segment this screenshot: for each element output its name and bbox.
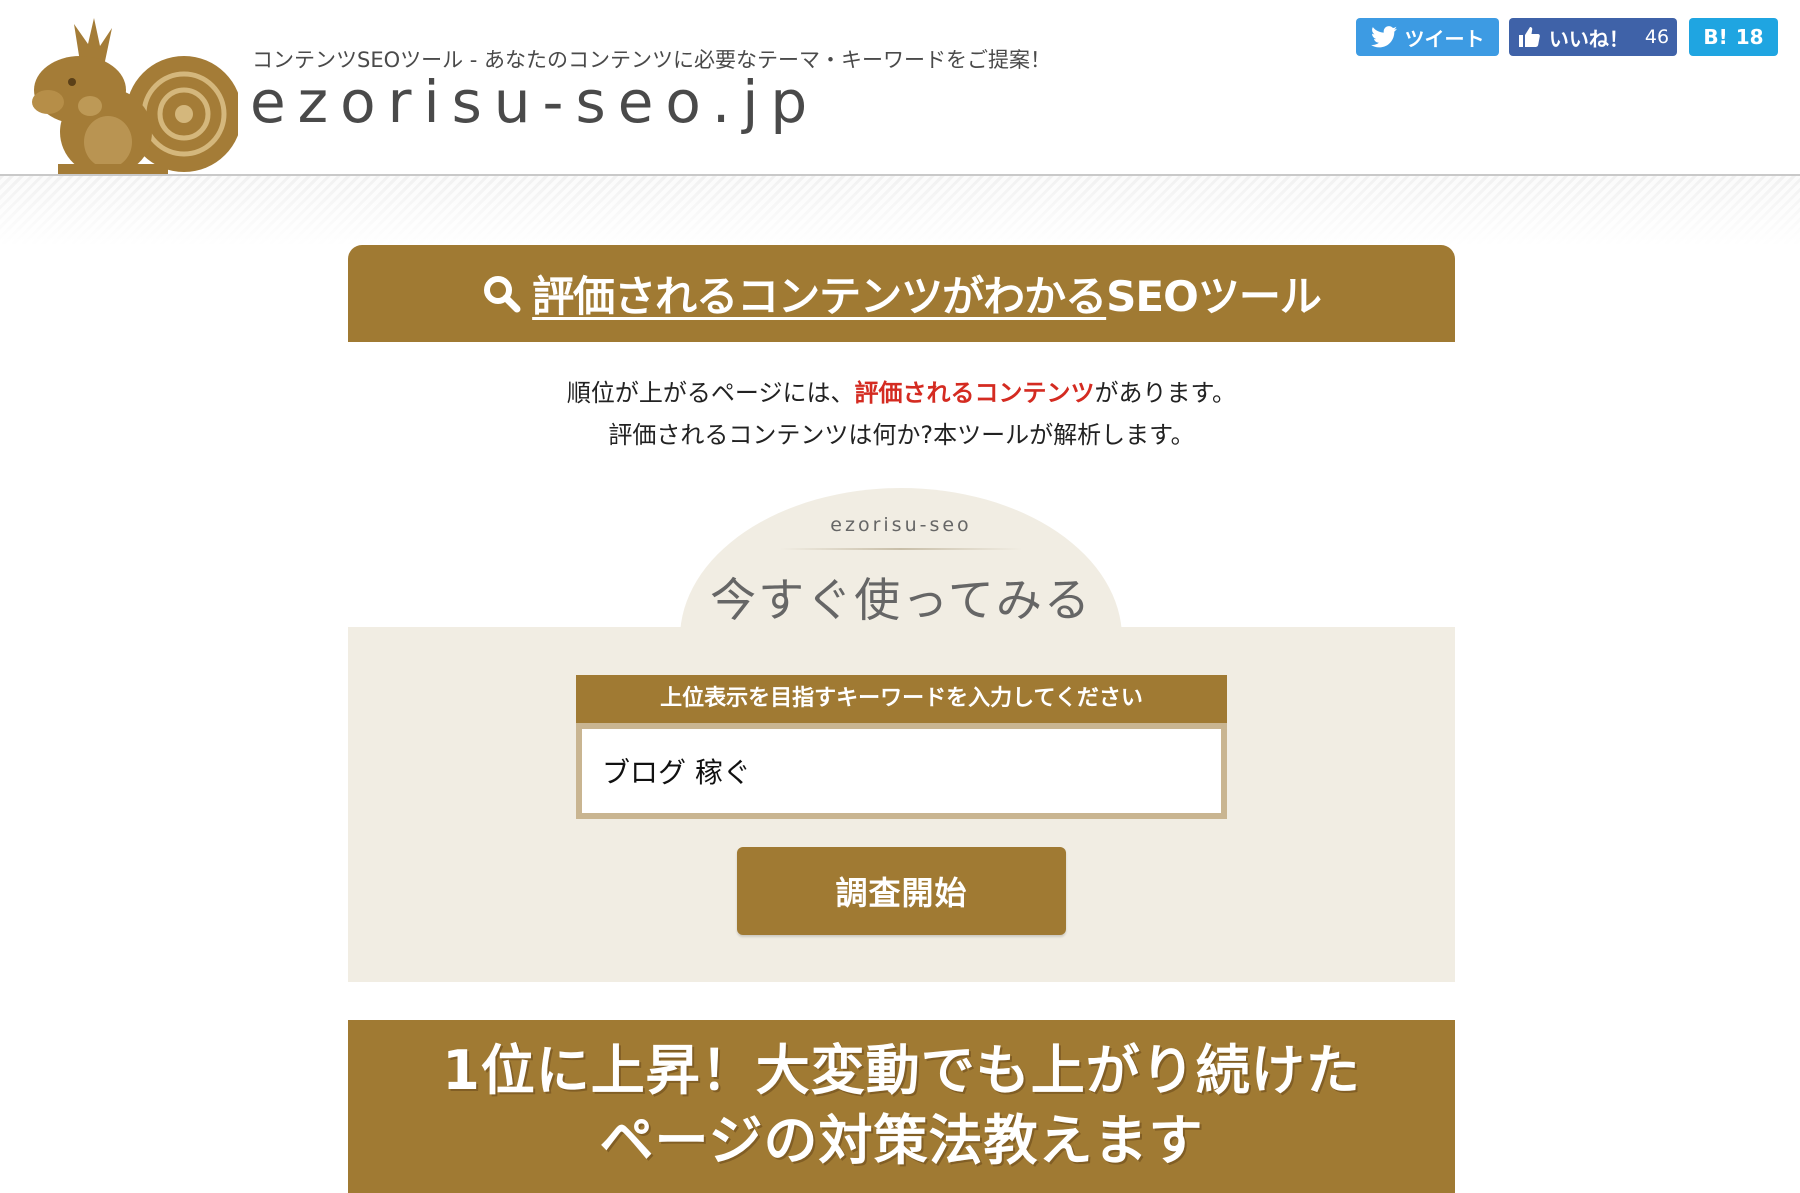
dome-divider (780, 548, 1022, 550)
intro-text: 順位が上がるページには、評価されるコンテンツがあります。 評価されるコンテンツは… (348, 372, 1455, 456)
promo-line-2: ページの対策法教えます (599, 1109, 1204, 1172)
intro-highlight: 評価されるコンテンツ (854, 379, 1095, 407)
tweet-button[interactable]: ツイート (1356, 18, 1499, 56)
intro-line-1: 順位が上がるページには、評価されるコンテンツがあります。 (348, 372, 1455, 414)
hatena-icon: B! (1703, 25, 1728, 49)
promo-line-1: 1位に上昇！大変動でも上がり続けた (442, 1039, 1361, 1102)
hatena-count: 18 (1735, 25, 1764, 49)
tweet-label: ツイート (1404, 26, 1485, 51)
intro-line-2: 評価されるコンテンツは何か?本ツールが解析します。 (608, 421, 1195, 449)
hero-title-bar: 評価されるコンテンツがわかるSEOツール (348, 245, 1455, 342)
squirrel-logo-icon[interactable] (18, 14, 238, 176)
hero-title: 評価されるコンテンツがわかるSEOツール (532, 263, 1322, 324)
intro-line-1-start: 順位が上がるページには、 (566, 379, 855, 407)
promo-banner-text: 1位に上昇！大変動でも上がり続けた ページの対策法教えます (348, 1036, 1455, 1176)
facebook-like-button[interactable]: いいね！ 46 (1509, 18, 1677, 56)
intro-line-1-end: があります。 (1094, 379, 1237, 407)
hatena-bookmark-button[interactable]: B! 18 (1689, 18, 1778, 56)
header-stripe-band (0, 176, 1800, 246)
twitter-bird-icon (1370, 26, 1397, 48)
hero-title-link[interactable]: 評価されるコンテンツがわかる (532, 272, 1107, 321)
thumbs-up-icon (1518, 27, 1540, 47)
keyword-input[interactable] (582, 729, 1221, 813)
like-count: 46 (1644, 26, 1670, 48)
dome-brand-label: ezorisu-seo (830, 514, 972, 536)
site-title[interactable]: ezorisu-seo.jp (250, 68, 819, 136)
try-now-heading: 今すぐ使ってみる (710, 573, 1092, 627)
search-icon (484, 275, 521, 312)
hero-title-suffix: SEOツール (1106, 272, 1322, 321)
like-label: いいね！ (1548, 26, 1629, 51)
keyword-field-label: 上位表示を目指すキーワードを入力してください (576, 675, 1227, 723)
start-research-button[interactable]: 調査開始 (737, 847, 1066, 935)
